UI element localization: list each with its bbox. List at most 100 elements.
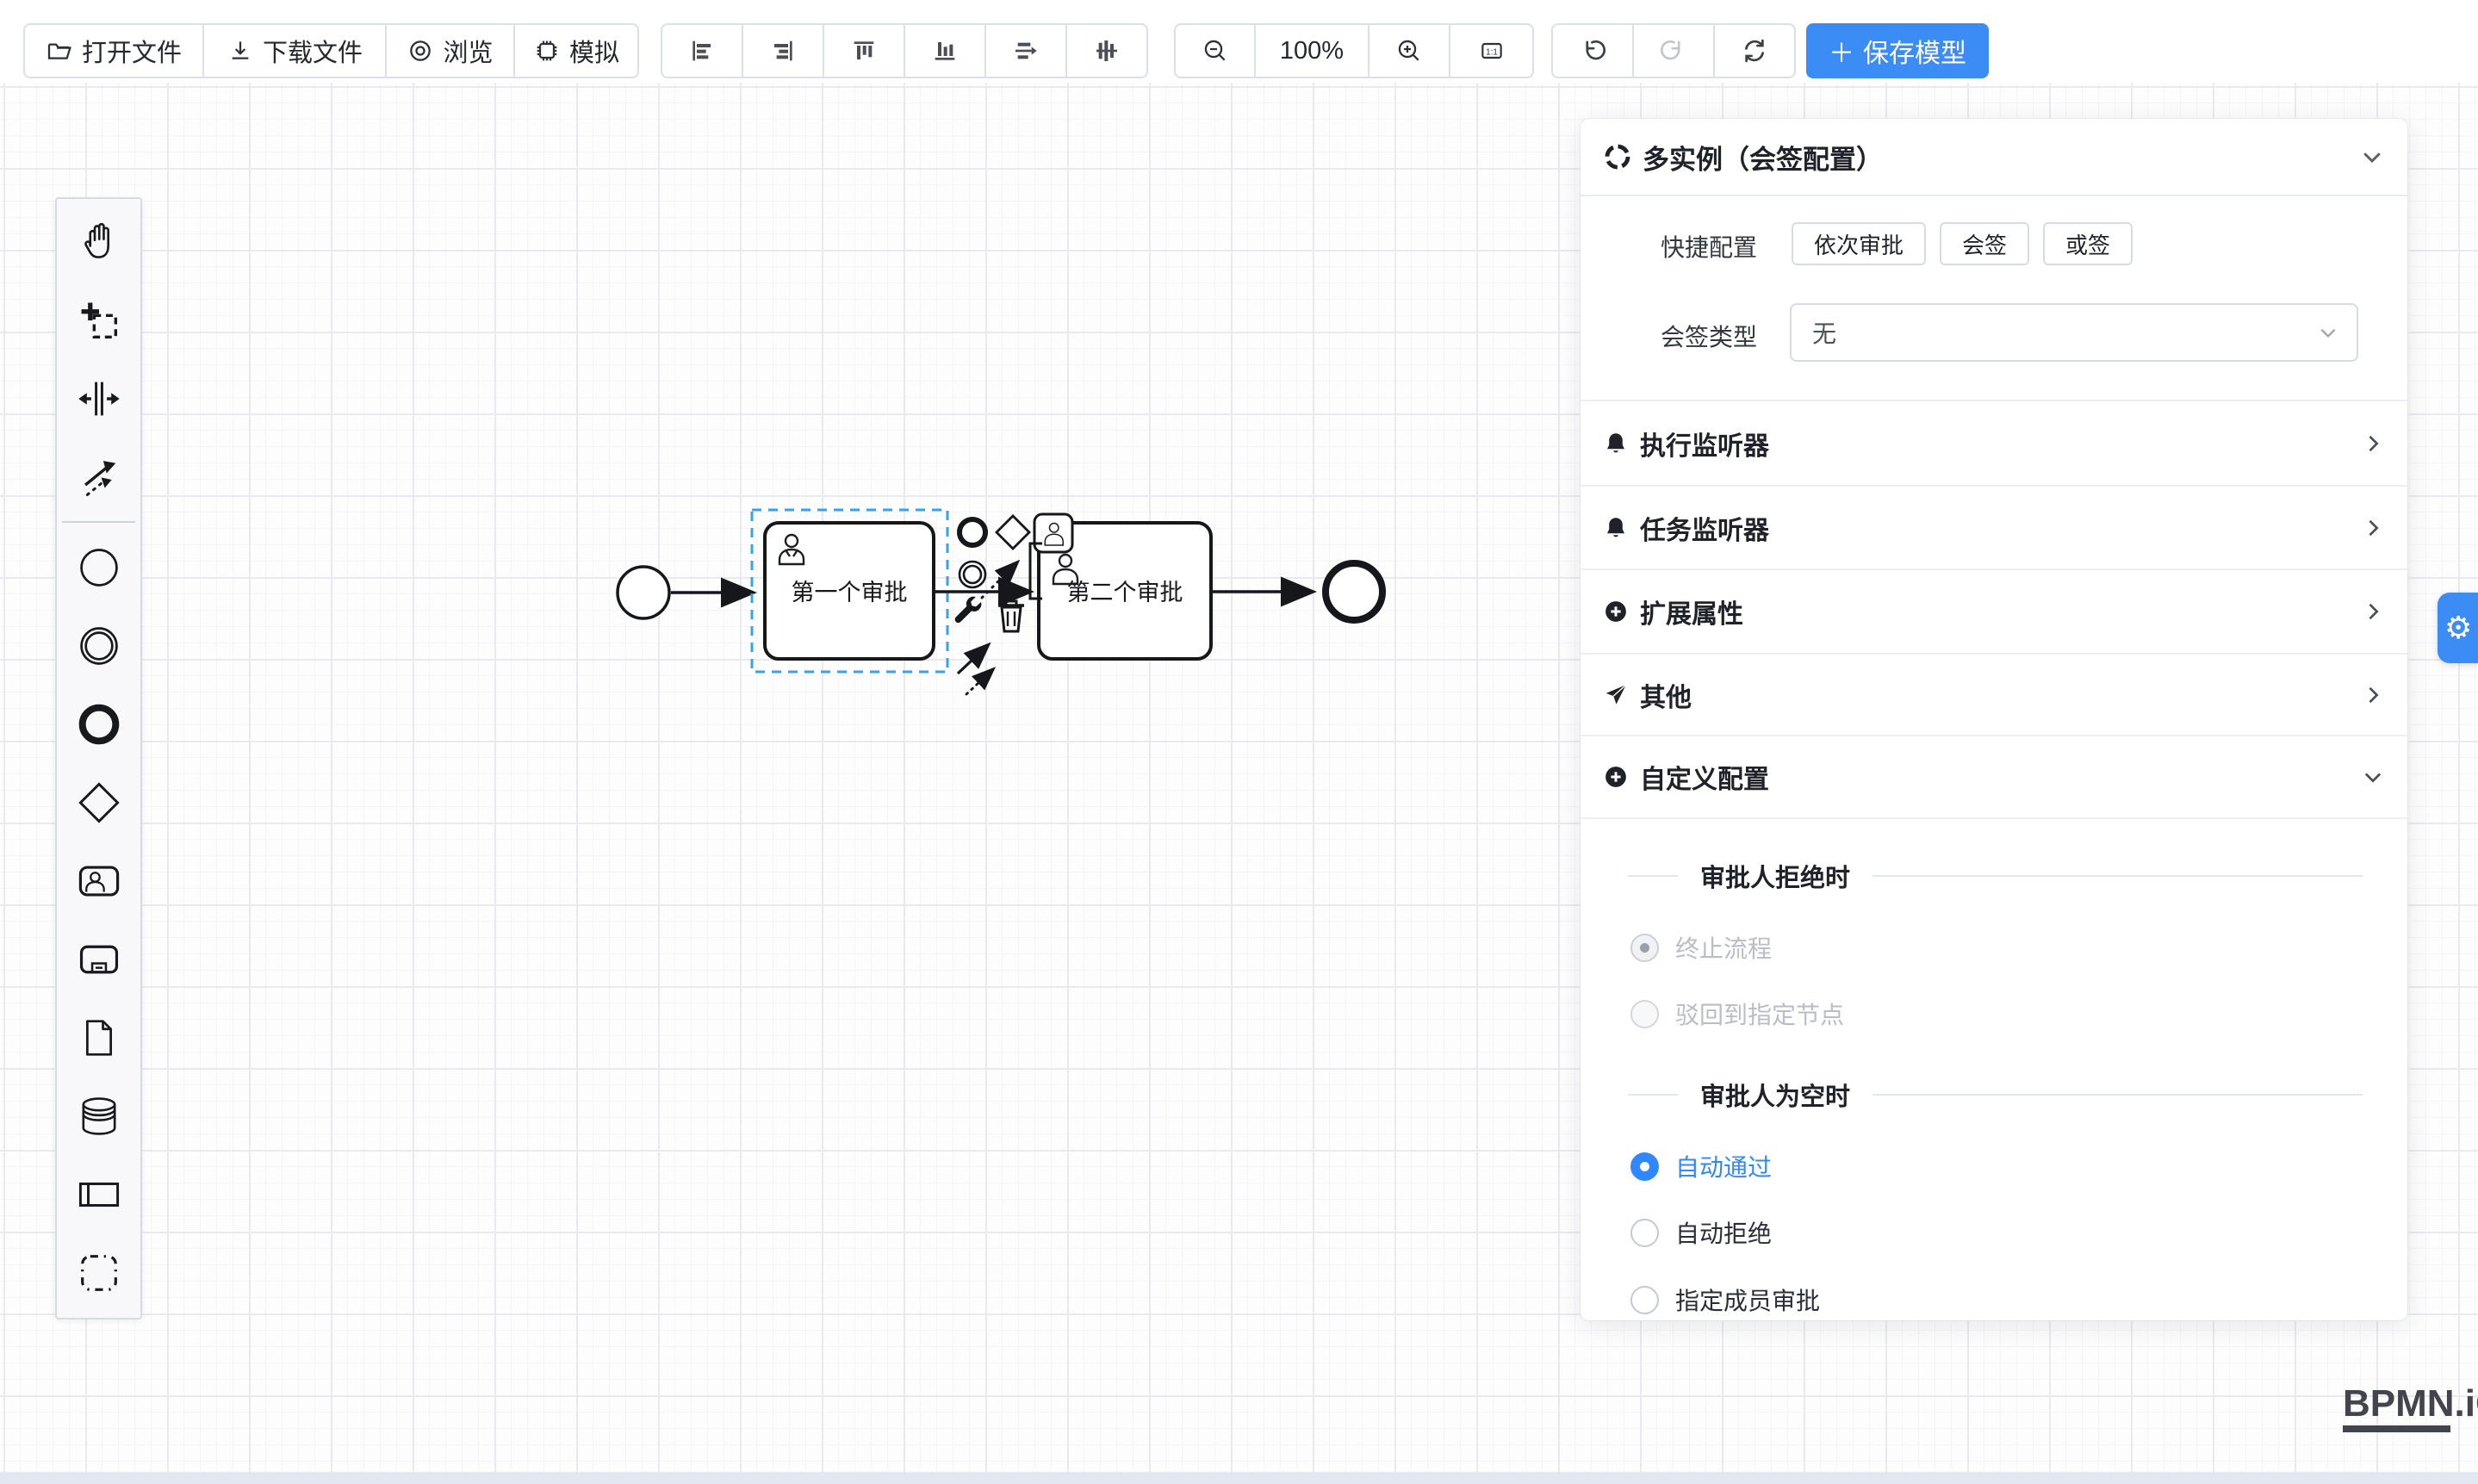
align-bottom-icon (931, 37, 959, 65)
lasso-icon (78, 299, 121, 342)
radio-label: 驳回到指定节点 (1675, 997, 1844, 1031)
bpmn-editor: 第一个审批 第二个审批 (0, 0, 2478, 1484)
create-gateway[interactable] (57, 763, 140, 841)
zoom-in-button[interactable] (1368, 23, 1450, 78)
quick-option-countersign[interactable]: 会签 (1940, 222, 2029, 265)
section-execution-listener[interactable]: 执行监听器 (1581, 400, 2407, 485)
append-user-task-icon[interactable] (1034, 514, 1072, 552)
simulate-label: 模拟 (569, 33, 619, 69)
space-tool-icon (78, 377, 121, 420)
undo-button[interactable] (1551, 23, 1634, 78)
align-top-button[interactable] (823, 23, 905, 78)
group-icon (78, 1251, 121, 1295)
chevron-down-icon[interactable] (2359, 144, 2385, 170)
create-end-event[interactable] (57, 685, 140, 763)
fit-viewport-button[interactable]: 1:1 (1449, 23, 1534, 78)
space-tool[interactable] (57, 359, 140, 438)
preview-label: 浏览 (443, 33, 493, 69)
align-right-icon (769, 37, 797, 65)
section-other[interactable]: 其他 (1581, 653, 2407, 735)
create-data-store[interactable] (57, 1077, 140, 1155)
eye-icon (407, 37, 434, 65)
align-bottom-button[interactable] (904, 23, 986, 78)
append-gateway-icon[interactable] (997, 516, 1029, 549)
file-actions-group: 打开文件 下载文件 浏览 模拟 (23, 23, 639, 78)
align-center-horizontal-button[interactable] (984, 23, 1067, 78)
chevron-right-icon (2361, 599, 2385, 624)
zoom-out-icon (1202, 37, 1229, 65)
append-intermediate-event-icon[interactable] (960, 562, 985, 587)
radio-label: 自动拒绝 (1675, 1215, 1772, 1250)
end-event[interactable] (1326, 563, 1382, 620)
radio-icon (1630, 1219, 1659, 1247)
radio-auto-reject[interactable]: 自动拒绝 (1630, 1215, 1772, 1250)
preview-button[interactable]: 浏览 (385, 23, 515, 78)
wrench-icon[interactable] (955, 597, 982, 623)
section-label: 任务监听器 (1640, 509, 1769, 547)
user-task-icon (78, 860, 121, 903)
undo-icon (1578, 36, 1607, 65)
align-left-button[interactable] (661, 23, 743, 78)
quick-config-label: 快捷配置 (1661, 229, 1757, 264)
settings-tab[interactable]: ⚙ (2438, 593, 2478, 663)
hand-tool[interactable] (57, 202, 140, 281)
save-model-button[interactable]: ＋ 保存模型 (1806, 23, 1989, 78)
radio-terminate-process[interactable]: 终止流程 (1630, 930, 1772, 965)
zoom-level: 100% (1280, 37, 1344, 65)
section-task-listener[interactable]: 任务监听器 (1581, 485, 2407, 568)
radio-icon (1630, 1152, 1659, 1181)
bpmn-io-logo[interactable]: BPMN.iO (2343, 1385, 2478, 1432)
zoom-out-button[interactable] (1174, 23, 1256, 78)
global-connect-tool[interactable] (57, 438, 140, 516)
align-left-icon (688, 37, 716, 65)
open-file-button[interactable]: 打开文件 (23, 23, 204, 78)
redo-button[interactable] (1632, 23, 1715, 78)
svg-text:1:1: 1:1 (1486, 48, 1498, 58)
redo-icon (1659, 36, 1688, 65)
simulate-button[interactable]: 模拟 (513, 23, 639, 78)
create-intermediate-event[interactable] (57, 606, 140, 685)
radio-return-to-node[interactable]: 驳回到指定节点 (1630, 997, 1844, 1031)
hand-icon (78, 220, 121, 264)
fit-viewport-icon: 1:1 (1478, 37, 1506, 65)
align-right-button[interactable] (742, 23, 824, 78)
download-file-button[interactable]: 下载文件 (202, 23, 387, 78)
sign-type-label: 会签类型 (1661, 319, 1757, 353)
lasso-tool[interactable] (57, 281, 140, 359)
create-participant[interactable] (57, 1155, 140, 1233)
append-end-event-icon[interactable] (960, 519, 985, 545)
panel-header[interactable]: 多实例（会签配置） (1581, 119, 2407, 196)
quick-config-options: 依次审批 会签 或签 (1792, 222, 2133, 265)
create-start-event[interactable] (57, 528, 140, 606)
create-subprocess[interactable] (57, 920, 140, 998)
gear-icon: ⚙ (2444, 610, 2472, 646)
connect-tool-icon[interactable] (958, 646, 987, 674)
connect-dashed-tool-icon[interactable] (966, 670, 992, 694)
quick-option-orsign[interactable]: 或签 (2043, 222, 2133, 265)
section-custom-config[interactable]: 自定义配置 (1581, 735, 2407, 817)
create-user-task[interactable] (57, 841, 140, 920)
create-group[interactable] (57, 1233, 140, 1312)
section-label: 自定义配置 (1640, 758, 1769, 796)
radio-designated-member[interactable]: 指定成员审批 (1630, 1282, 1820, 1317)
bell-icon (1603, 431, 1629, 456)
start-event[interactable] (618, 567, 669, 618)
sign-type-select[interactable]: 无 (1790, 303, 2358, 362)
user-task-first[interactable]: 第一个审批 (765, 523, 934, 659)
quick-option-sequential[interactable]: 依次审批 (1792, 222, 1926, 265)
section-label: 其他 (1640, 676, 1692, 714)
section-extended-properties[interactable]: 扩展属性 (1581, 568, 2407, 653)
zoom-actions-group: 100% 1:1 (1174, 23, 1534, 78)
bell-icon (1603, 515, 1629, 541)
trash-icon[interactable] (998, 601, 1024, 631)
toolbar: 打开文件 下载文件 浏览 模拟 (0, 0, 2478, 83)
refresh-button[interactable] (1713, 23, 1796, 78)
zoom-level-button[interactable]: 100% (1254, 23, 1369, 78)
align-center-vertical-button[interactable] (1065, 23, 1148, 78)
create-data-object[interactable] (57, 998, 140, 1077)
align-center-horizontal-icon (1012, 37, 1040, 65)
bpmn-io-logo-underline (2343, 1425, 2450, 1432)
bottom-bar (0, 1472, 2478, 1484)
radio-auto-pass[interactable]: 自动通过 (1630, 1149, 1772, 1183)
radio-label: 自动通过 (1675, 1149, 1772, 1183)
